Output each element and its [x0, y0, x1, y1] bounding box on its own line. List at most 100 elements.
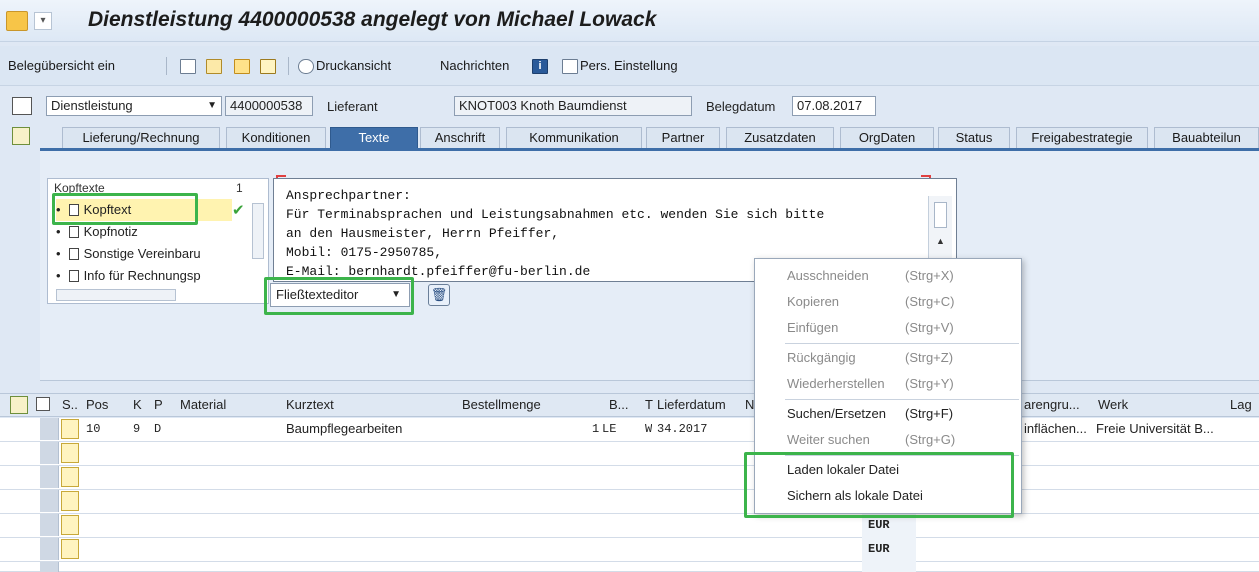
tab-kommunikation[interactable]: Kommunikation: [506, 127, 642, 149]
col-werk[interactable]: Werk: [1098, 394, 1218, 416]
col-s[interactable]: S..: [62, 394, 84, 416]
cell-menge[interactable]: 1: [592, 418, 599, 440]
row-selector[interactable]: [40, 514, 59, 536]
menu-item-shortcut: (Strg+V): [905, 320, 954, 335]
table-row[interactable]: EUR: [0, 538, 1259, 562]
tab-bauabteilung[interactable]: Bauabteilun: [1154, 127, 1259, 149]
tab-lieferung-rechnung[interactable]: Lieferung/Rechnung: [62, 127, 220, 149]
doc-number-field: 4400000538: [225, 96, 313, 116]
display-change-icon[interactable]: [206, 59, 222, 74]
toolbar-separator: [166, 57, 167, 75]
doc-type-select[interactable]: Dienstleistung ▼: [46, 96, 222, 116]
menu-item-weiter-suchen[interactable]: Weiter suchen (Strg+G): [755, 427, 1021, 453]
tree-header-col: 1: [236, 181, 243, 195]
tree-v-scrollbar[interactable]: [252, 203, 264, 259]
cell-p[interactable]: D: [154, 418, 161, 440]
document-icon: [68, 270, 79, 282]
tab-status[interactable]: Status: [938, 127, 1010, 149]
row-status-cell: [61, 539, 79, 559]
menu-item-einfuegen[interactable]: Einfügen (Strg+V): [755, 315, 1021, 341]
lieferant-field[interactable]: KNOT003 Knoth Baumdienst: [454, 96, 692, 116]
menu-item-rueckgaengig[interactable]: Rückgängig (Strg+Z): [755, 345, 1021, 371]
cell-pos[interactable]: 10: [86, 418, 100, 440]
row-selector[interactable]: [40, 418, 59, 440]
expand-header-icon[interactable]: [12, 127, 30, 145]
table-row[interactable]: 10 9 D Baumpflegearbeiten 1 LE W 34.2017…: [0, 418, 1259, 442]
other-document-icon[interactable]: [234, 59, 250, 74]
menu-item-ausschneiden[interactable]: Ausschneiden (Strg+X): [755, 263, 1021, 289]
editor-line: an den Hausmeister, Herrn Pfeiffer,: [286, 226, 560, 241]
row-selector[interactable]: [40, 538, 59, 560]
col-kurztext[interactable]: Kurztext: [286, 394, 446, 416]
cell-lieferdatum[interactable]: 34.2017: [657, 418, 707, 440]
expand-items-icon[interactable]: [10, 396, 28, 414]
editor-line: Mobil: 0175-2950785,: [286, 245, 443, 260]
row-selector[interactable]: [40, 442, 59, 464]
col-warengruppe[interactable]: arengru...: [1024, 394, 1092, 416]
tab-anschrift[interactable]: Anschrift: [420, 127, 500, 149]
tab-zusatzdaten[interactable]: Zusatzdaten: [726, 127, 834, 149]
cell-currency[interactable]: EUR: [868, 538, 890, 560]
cell-k[interactable]: 9: [133, 418, 140, 440]
table-row[interactable]: [0, 466, 1259, 490]
cell-kurztext[interactable]: Baumpflegearbeiten: [286, 418, 402, 440]
menu-separator: [785, 343, 1019, 344]
info-icon[interactable]: i: [532, 59, 548, 74]
cell-t[interactable]: W: [645, 418, 652, 440]
tree-h-scrollbar[interactable]: [56, 289, 176, 301]
beleguebersicht-button[interactable]: Belegübersicht ein: [8, 46, 115, 86]
col-pos[interactable]: Pos: [86, 394, 126, 416]
trash-icon[interactable]: 🗑: [428, 284, 450, 306]
col-b[interactable]: B...: [609, 394, 639, 416]
personal-settings-icon: [562, 59, 578, 74]
col-k[interactable]: K: [133, 394, 147, 416]
row-selector[interactable]: [40, 490, 59, 512]
tree-item-sonstige[interactable]: • Sonstige Vereinbaru: [56, 243, 252, 265]
col-t[interactable]: T: [645, 394, 655, 416]
doc-type-value: Dienstleistung: [51, 98, 133, 113]
pers-einstellung-button[interactable]: Pers. Einstellung: [580, 46, 678, 86]
table-row[interactable]: EUR: [0, 514, 1259, 538]
scroll-up-icon[interactable]: ▲: [936, 236, 945, 246]
tree-item-info-rechnung[interactable]: • Info für Rechnungsp: [56, 265, 252, 287]
row-status-cell: [61, 419, 79, 439]
nachrichten-button[interactable]: Nachrichten: [440, 46, 509, 86]
menu-item-kopieren[interactable]: Kopieren (Strg+C): [755, 289, 1021, 315]
druckansicht-button[interactable]: Druckansicht: [316, 46, 391, 86]
menu-item-wiederherstellen[interactable]: Wiederherstellen (Strg+Y): [755, 371, 1021, 397]
tab-texte[interactable]: Texte: [330, 127, 418, 149]
col-p[interactable]: P: [154, 394, 168, 416]
table-row[interactable]: [0, 562, 1259, 572]
tab-partner[interactable]: Partner: [646, 127, 720, 149]
col-material[interactable]: Material: [180, 394, 270, 416]
row-selector[interactable]: [40, 466, 59, 488]
col-lag[interactable]: Lag: [1230, 394, 1259, 416]
cell-warengruppe[interactable]: inflächen...: [1024, 418, 1092, 440]
table-row[interactable]: [0, 490, 1259, 514]
menu-item-shortcut: (Strg+C): [905, 294, 955, 309]
tab-konditionen[interactable]: Konditionen: [226, 127, 326, 149]
cell-einheit[interactable]: LE: [602, 418, 616, 440]
highlight-kopftext: [52, 193, 198, 225]
tab-orgdaten[interactable]: OrgDaten: [840, 127, 934, 149]
table-settings-icon[interactable]: [36, 397, 50, 411]
sap-menu-icon[interactable]: [6, 11, 28, 31]
tree-item-label: Sonstige Vereinbaru: [83, 246, 201, 261]
hold-icon[interactable]: [260, 59, 276, 74]
menu-item-shortcut: (Strg+G): [905, 432, 956, 447]
cell-werk[interactable]: Freie Universität B...: [1096, 418, 1226, 440]
chevron-down-icon[interactable]: ▾: [34, 12, 52, 30]
new-document-icon[interactable]: [180, 59, 196, 74]
table-row[interactable]: [0, 442, 1259, 466]
tab-freigabestrategie[interactable]: Freigabestrategie: [1016, 127, 1148, 149]
row-status-cell: [61, 467, 79, 487]
col-bestellmenge[interactable]: Bestellmenge: [462, 394, 582, 416]
row-status-cell: [61, 491, 79, 511]
scroll-thumb[interactable]: [934, 202, 947, 228]
row-selector[interactable]: [40, 562, 59, 572]
menu-item-label: Weiter suchen: [787, 432, 870, 447]
toolbar-separator: [288, 57, 289, 75]
col-lieferdatum[interactable]: Lieferdatum: [657, 394, 747, 416]
menu-item-suchen-ersetzen[interactable]: Suchen/Ersetzen (Strg+F): [755, 401, 1021, 427]
belegdatum-field[interactable]: 07.08.2017: [792, 96, 876, 116]
